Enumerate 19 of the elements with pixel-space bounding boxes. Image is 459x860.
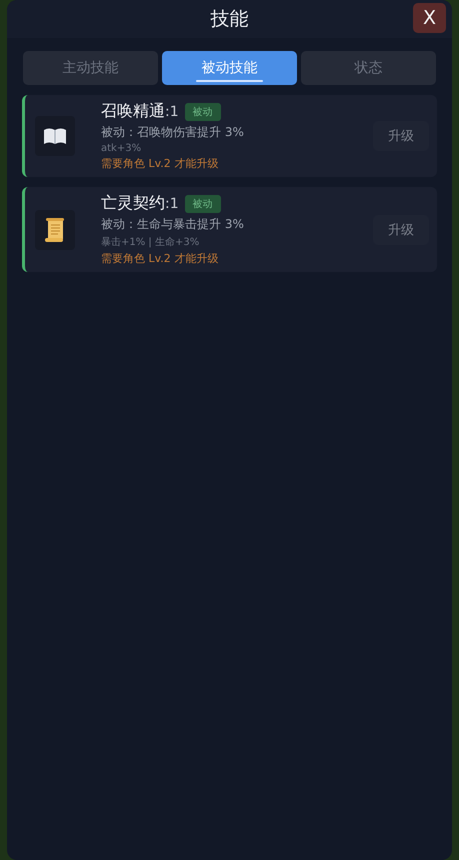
level-requirement: 需要角色 Lv.2 才能升级 — [101, 156, 218, 171]
skill-name: 亡灵契约 — [101, 193, 165, 214]
skill-level: :1 — [165, 196, 179, 212]
tab[interactable]: 被动技能 — [162, 51, 297, 85]
window-title: 技能 — [210, 7, 248, 32]
skill-level: :1 — [165, 104, 179, 120]
tab[interactable]: 主动技能 — [23, 51, 158, 85]
skill-effect: atk+3% — [101, 143, 142, 154]
level-requirement: 需要角色 Lv.2 才能升级 — [101, 251, 218, 266]
passive-tag: 被动 — [184, 194, 221, 212]
skill-name: 召唤精通 — [101, 101, 165, 122]
skill-description: 被动：生命与暴击提升 3% — [101, 216, 244, 233]
passive-tag: 被动 — [184, 102, 221, 120]
close-button[interactable]: X — [413, 3, 446, 33]
tab[interactable]: 状态 — [301, 51, 436, 85]
skill-description: 被动：召唤物伤害提升 3% — [101, 124, 244, 141]
book-icon — [43, 126, 67, 146]
scroll-icon — [44, 216, 66, 242]
skill-effect: 暴击+1% | 生命+3% — [101, 236, 200, 249]
